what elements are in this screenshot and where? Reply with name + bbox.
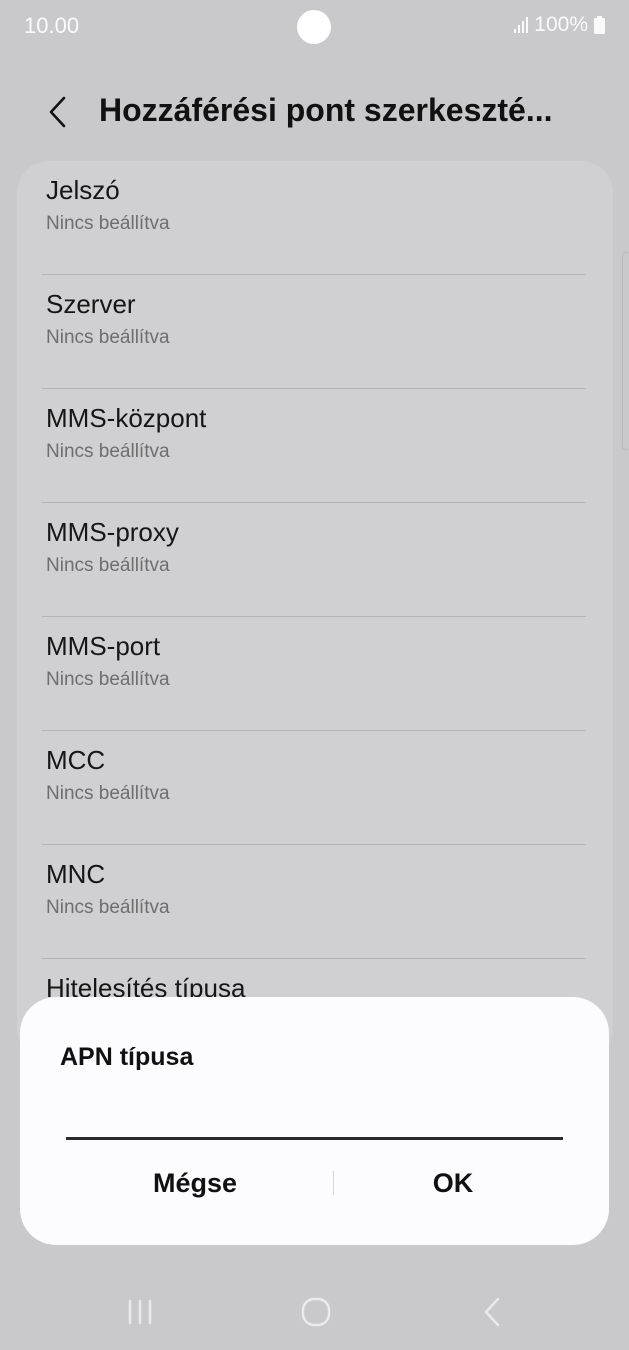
item-title: MCC <box>46 745 106 775</box>
item-value: Nincs beállítva <box>46 897 170 918</box>
camera-cutout <box>297 10 331 44</box>
item-value: Nincs beállítva <box>46 327 170 348</box>
home-icon <box>301 1297 331 1327</box>
home-button[interactable] <box>286 1284 346 1340</box>
battery-icon <box>594 16 605 34</box>
back-icon <box>484 1297 500 1327</box>
item-title: MMS-központ <box>46 403 207 433</box>
list-item-mms-port[interactable]: MMS-port Nincs beállítva <box>17 617 613 731</box>
status-bar: 10.00 100% <box>0 0 629 56</box>
scrollbar[interactable] <box>622 252 628 450</box>
item-value: Nincs beállítva <box>46 213 170 234</box>
item-title: Szerver <box>46 289 136 319</box>
app-header: Hozzáférési pont szerkeszté... <box>0 70 629 150</box>
item-title: MMS-port <box>46 631 161 661</box>
list-item-szerver[interactable]: Szerver Nincs beállítva <box>17 275 613 389</box>
nav-back-button[interactable] <box>462 1284 522 1340</box>
item-value: Nincs beállítva <box>46 555 170 576</box>
item-title: Jelszó <box>46 175 120 205</box>
page-title: Hozzáférési pont szerkeszté... <box>99 92 553 128</box>
signal-icon <box>514 17 529 33</box>
recents-button[interactable] <box>110 1284 170 1340</box>
list-item-mms-kozpont[interactable]: MMS-központ Nincs beállítva <box>17 389 613 503</box>
navigation-bar <box>0 1272 629 1350</box>
apn-type-dialog: APN típusa Mégse OK <box>20 997 609 1245</box>
cancel-button[interactable]: Mégse <box>70 1157 320 1209</box>
button-separator <box>333 1171 334 1195</box>
list-item-mms-proxy[interactable]: MMS-proxy Nincs beállítva <box>17 503 613 617</box>
list-item-mcc[interactable]: MCC Nincs beállítva <box>17 731 613 845</box>
back-button[interactable] <box>34 88 82 136</box>
battery-percentage: 100% <box>534 13 588 36</box>
status-time: 10.00 <box>24 13 80 38</box>
status-icons: 100% <box>514 13 605 37</box>
list-item-jelszo[interactable]: Jelszó Nincs beállítva <box>17 161 613 275</box>
recents-icon <box>128 1299 152 1325</box>
item-value: Nincs beállítva <box>46 441 170 462</box>
item-value: Nincs beállítva <box>46 669 170 690</box>
apn-type-input[interactable] <box>66 1097 563 1140</box>
item-title: MMS-proxy <box>46 517 179 547</box>
chevron-left-icon <box>49 96 66 128</box>
settings-list: Jelszó Nincs beállítva Szerver Nincs beá… <box>17 161 613 1061</box>
ok-button[interactable]: OK <box>338 1157 568 1209</box>
item-value: Nincs beállítva <box>46 783 170 804</box>
dialog-title: APN típusa <box>60 1043 194 1071</box>
list-item-mnc[interactable]: MNC Nincs beállítva <box>17 845 613 959</box>
item-title: MNC <box>46 859 106 889</box>
